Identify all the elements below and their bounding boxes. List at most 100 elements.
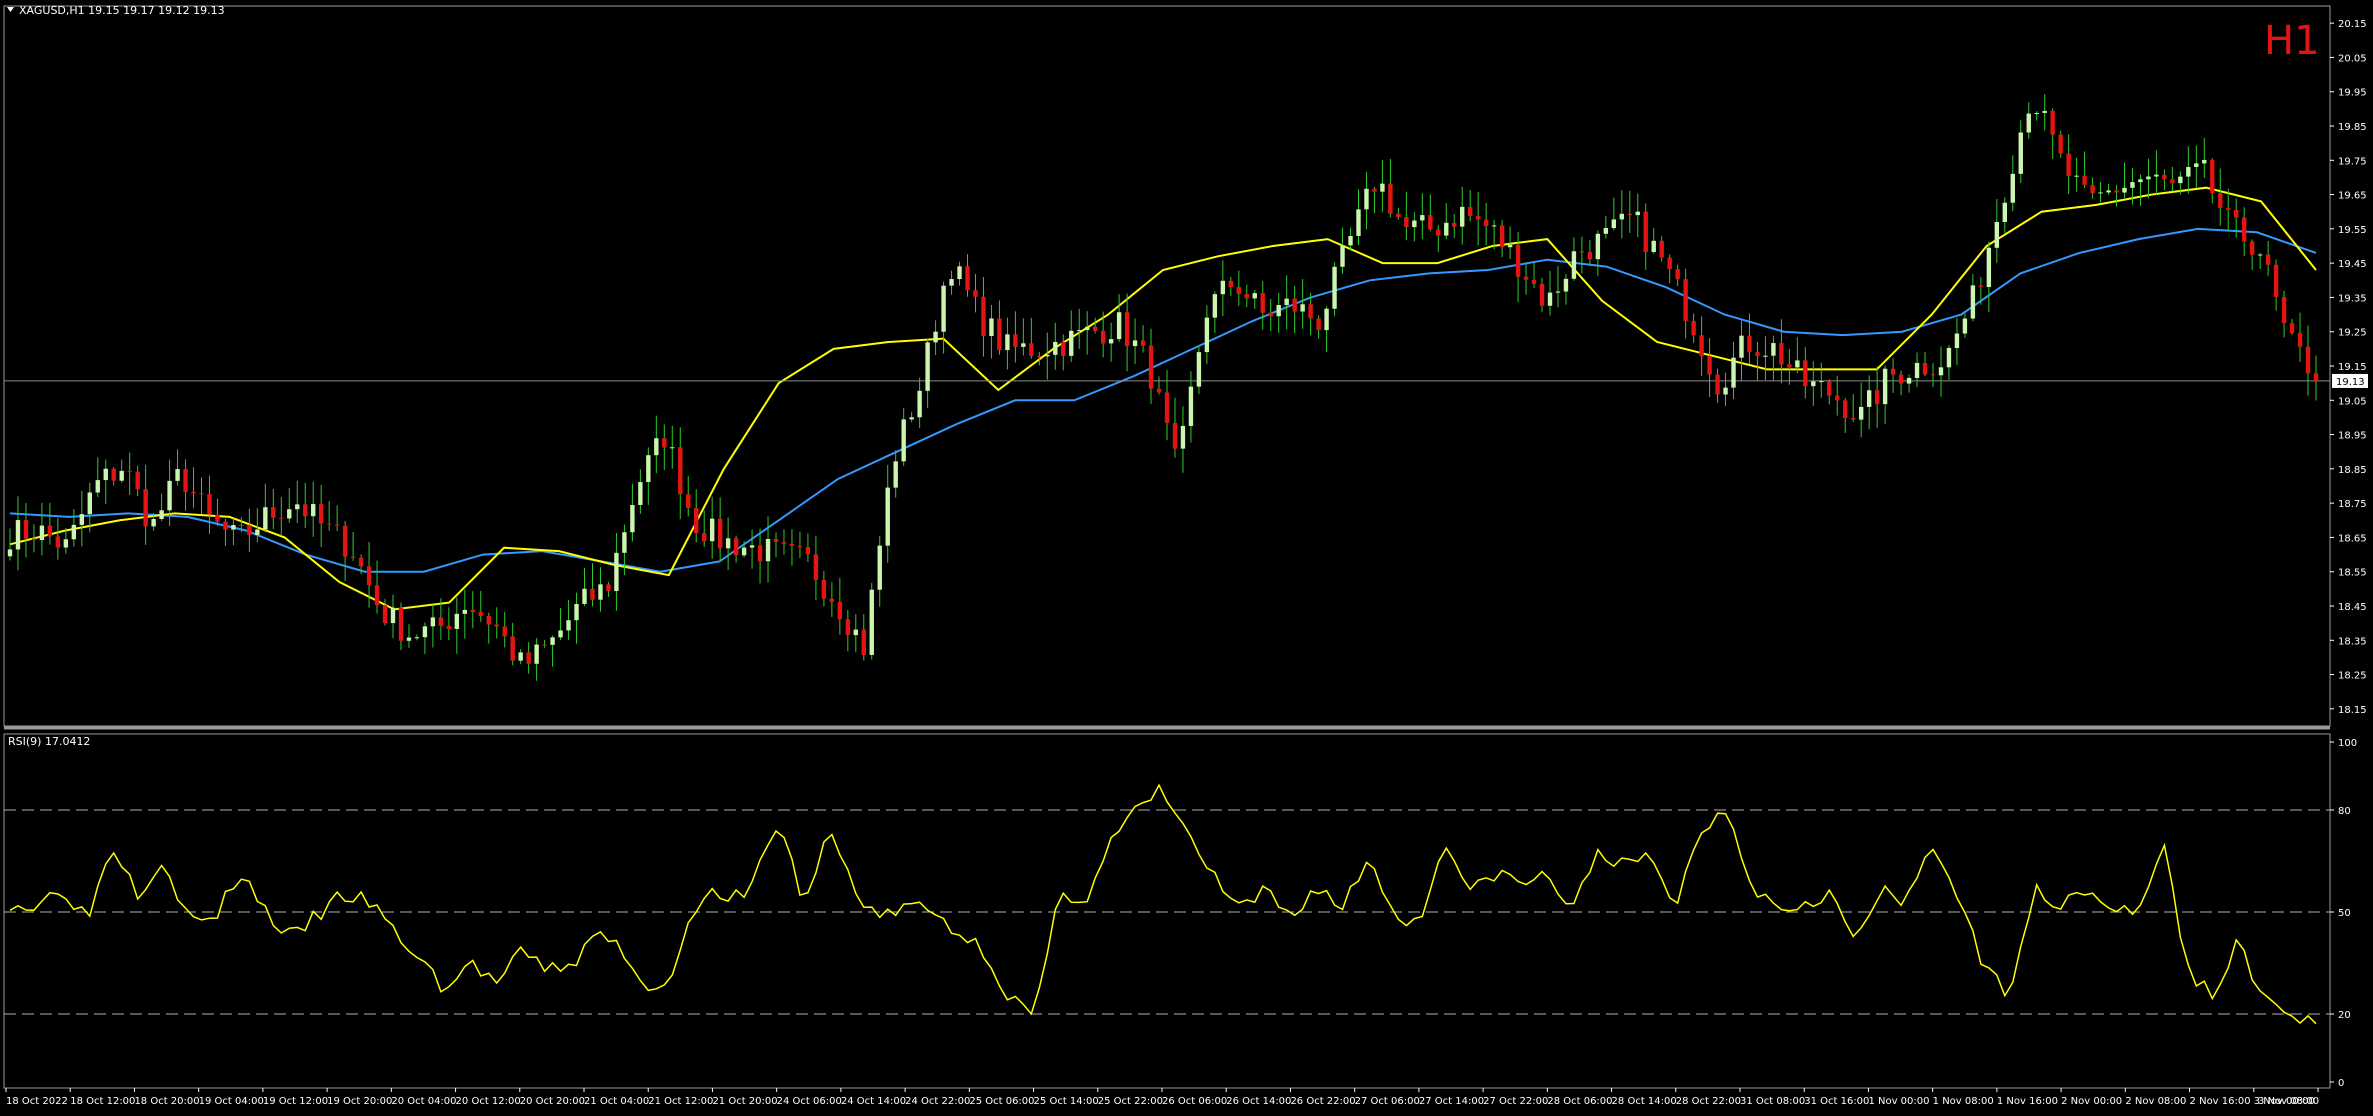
candle-body (1029, 343, 1034, 357)
candle-body (2042, 110, 2047, 113)
candle-body (1651, 240, 1656, 253)
candle-body (1819, 381, 1824, 383)
price-axis-label: 18.35 (2338, 636, 2367, 647)
candle-body (1882, 368, 1888, 405)
candle-body (1507, 244, 1513, 248)
time-axis-label: 24 Oct 22:00 (905, 1096, 970, 1107)
candle-body (1906, 377, 1912, 384)
candle-body (1348, 235, 1353, 246)
candle-body (159, 510, 164, 520)
candle-body (2002, 202, 2008, 223)
candle-body (79, 514, 85, 525)
candle-body (1563, 278, 1569, 292)
candle-body (1571, 251, 1577, 279)
candle-body (2058, 134, 2063, 154)
candle-body (1986, 247, 1992, 288)
candle-body (263, 507, 268, 530)
time-axis-label: 18 Oct 20:00 (134, 1096, 199, 1107)
candle-body (558, 630, 563, 638)
candle-body (486, 615, 491, 625)
candle-body (1444, 222, 1449, 236)
candle-body (2090, 184, 2095, 193)
candle-body (1547, 292, 1553, 306)
candle-body (215, 514, 220, 522)
candle-body (686, 494, 691, 509)
candle-body (223, 521, 228, 530)
candle-body (1372, 188, 1377, 192)
candle-body (510, 636, 515, 661)
candle-body (15, 520, 21, 550)
candle-body (789, 543, 795, 546)
candle-body (279, 517, 284, 519)
price-axis-label: 18.55 (2338, 568, 2367, 579)
candle-body (2114, 190, 2119, 193)
candle-body (398, 607, 404, 641)
candle-body (1595, 233, 1601, 260)
candle-body (2305, 346, 2311, 374)
candle-body (1587, 252, 1593, 260)
candle-body (1420, 215, 1425, 221)
candle-body (2313, 373, 2319, 381)
price-axis-label: 19.45 (2338, 259, 2367, 270)
candle-body (2162, 174, 2167, 180)
candle-body (454, 613, 460, 629)
candle-body (111, 468, 116, 481)
time-axis-label: 20 Oct 20:00 (520, 1096, 585, 1107)
candle-body (1579, 251, 1585, 253)
candle-body (845, 619, 851, 636)
candle-body (1412, 220, 1417, 228)
candle-body (462, 609, 468, 614)
candle-body (829, 598, 835, 602)
candle-body (1475, 216, 1481, 220)
candle-body (1978, 285, 1984, 288)
price-chart-canvas: 20.15 20.05 19.95 19.85 19.75 19.65 19.55 19.45… (0, 0, 2373, 1116)
candle-body (2122, 187, 2127, 193)
candle-body (1204, 317, 1210, 353)
time-axis-label: 26 Oct 22:00 (1290, 1096, 1355, 1107)
candle-body (678, 447, 683, 495)
candle-body (1092, 326, 1098, 331)
candle-body (1172, 422, 1178, 449)
candle-body (71, 524, 77, 540)
price-axis-label: 20.05 (2338, 53, 2367, 64)
candle-body (1483, 219, 1489, 227)
symbol-info: XAGUSD,H1 19.15 19.17 19.12 19.13 (19, 4, 225, 17)
candle-body (1316, 318, 1321, 331)
candle-body (191, 491, 196, 494)
candle-body (765, 538, 771, 562)
candle-body (2082, 175, 2087, 185)
candle-body (318, 504, 324, 524)
time-axis-label: 27 Oct 14:00 (1419, 1096, 1484, 1107)
candle-body (1396, 213, 1401, 218)
candle-body (135, 471, 140, 490)
candle-body (837, 601, 843, 620)
price-axis-label: 19.75 (2338, 156, 2367, 167)
candle-body (869, 589, 874, 655)
time-axis-label: 26 Oct 14:00 (1226, 1096, 1291, 1107)
rsi-label: RSI(9) 17.0412 (8, 735, 90, 748)
price-axis-label: 19.65 (2338, 191, 2367, 202)
candle-body (87, 492, 92, 515)
candle-body (2241, 217, 2247, 242)
candle-body (2026, 113, 2031, 133)
candle-body (350, 556, 356, 558)
candle-body (917, 390, 922, 418)
candle-body (965, 266, 970, 291)
candle-body (662, 438, 667, 448)
time-axis-label: 27 Oct 22:00 (1483, 1096, 1548, 1107)
candle-body (598, 584, 603, 600)
candle-body (957, 266, 962, 280)
candle-body (1292, 298, 1297, 312)
price-axis-label: 19.55 (2338, 225, 2367, 236)
candle-body (1731, 357, 1736, 388)
time-axis-label: 28 Oct 22:00 (1676, 1096, 1741, 1107)
candle-body (1962, 318, 1968, 334)
candle-body (1164, 392, 1170, 423)
candle-body (406, 637, 412, 641)
candle-body (853, 629, 858, 636)
candle-body (1499, 225, 1505, 248)
time-axis-label: 20 Oct 12:00 (456, 1096, 521, 1107)
candle-body (1515, 244, 1521, 277)
time-axis-label: 19 Oct 04:00 (199, 1096, 264, 1107)
candle-body (1085, 326, 1090, 331)
